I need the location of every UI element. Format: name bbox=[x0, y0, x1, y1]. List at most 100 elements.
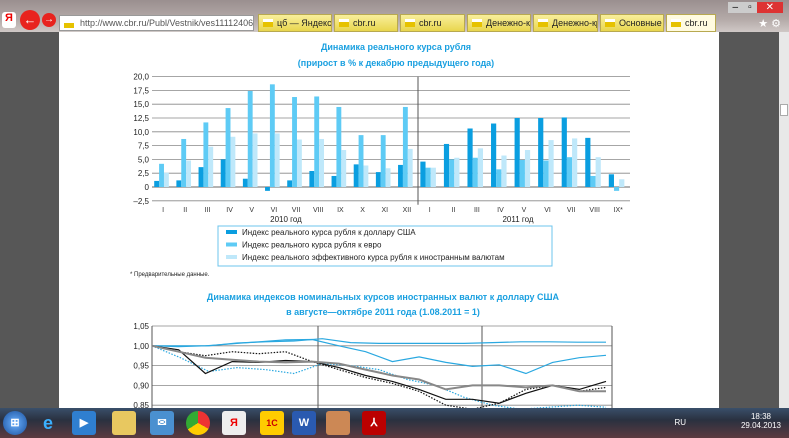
bar-eur bbox=[590, 175, 596, 187]
browser-tab[interactable]: cbr.ru bbox=[400, 14, 465, 32]
legend-swatch bbox=[226, 230, 237, 234]
browser-tab[interactable]: cbr.ru bbox=[666, 14, 716, 32]
y-tick-label: 0,90 bbox=[133, 381, 149, 390]
bar-eff bbox=[186, 160, 192, 187]
app-icon[interactable] bbox=[326, 411, 350, 435]
legend-swatch bbox=[226, 242, 237, 247]
browser-chrome: Я ← → http://www.cbr.ru/Publ/Vestnik/ves… bbox=[0, 0, 789, 32]
bar-usd bbox=[608, 174, 614, 187]
browser-tab[interactable]: цб — Яндекс: ... bbox=[258, 14, 332, 32]
system-tray[interactable]: RU 18:38 29.04.2013 bbox=[674, 412, 781, 430]
year-label: 2010 год bbox=[270, 215, 302, 224]
scrollbar[interactable] bbox=[779, 32, 789, 408]
x-tick-label: VI bbox=[271, 207, 278, 214]
y-tick-label: –2,5 bbox=[133, 197, 149, 206]
word-icon[interactable]: W bbox=[292, 411, 316, 435]
bar-usd bbox=[420, 161, 426, 187]
explorer-icon[interactable] bbox=[112, 411, 136, 435]
acrobat-icon[interactable]: ⅄ bbox=[362, 411, 386, 435]
x-tick-label: IV bbox=[497, 207, 504, 214]
y-tick-label: 15,0 bbox=[133, 100, 149, 109]
back-button[interactable]: ← bbox=[20, 10, 40, 30]
favorites-settings-icons[interactable]: ★ ⚙ bbox=[758, 17, 781, 30]
bar-eff bbox=[595, 157, 601, 187]
forward-button[interactable]: → bbox=[42, 13, 56, 27]
bar-eff bbox=[385, 168, 391, 187]
tab-favicon-icon bbox=[405, 19, 415, 27]
bar-usd bbox=[265, 187, 270, 191]
language-indicator[interactable]: RU bbox=[674, 418, 686, 427]
x-tick-label: II bbox=[451, 207, 455, 214]
bar-usd bbox=[331, 175, 337, 187]
chart2-title: Динамика индексов номинальных курсов ино… bbox=[207, 292, 560, 302]
x-tick-label: VIII bbox=[589, 207, 600, 214]
address-text: http://www.cbr.ru/Publ/Vestnik/ves111124… bbox=[80, 18, 254, 28]
browser-tab[interactable]: cbr.ru bbox=[334, 14, 398, 32]
bar-eur bbox=[613, 187, 620, 191]
window-controls[interactable]: – ▫ ✕ bbox=[727, 2, 783, 13]
x-tick-label: X bbox=[360, 207, 365, 214]
y-tick-label: 2,5 bbox=[138, 169, 150, 178]
bar-eur bbox=[203, 122, 209, 187]
bar-usd bbox=[198, 167, 204, 187]
bar-eur bbox=[449, 159, 455, 187]
bar-usd bbox=[353, 164, 359, 187]
tab-favicon-icon bbox=[472, 19, 482, 27]
y-tick-label: 5,0 bbox=[138, 155, 150, 164]
bar-eur bbox=[566, 157, 573, 187]
bar-usd bbox=[443, 143, 450, 187]
page-content: Динамика реального курса рубля (прирост в… bbox=[59, 32, 719, 408]
clock-time: 18:38 bbox=[750, 412, 771, 421]
mail-icon[interactable]: ✉ bbox=[150, 411, 174, 435]
browser-tab[interactable]: Основные нап... bbox=[600, 14, 664, 32]
bar-eff bbox=[341, 150, 347, 187]
ie-icon[interactable]: e bbox=[36, 411, 60, 435]
series-line bbox=[151, 345, 607, 408]
bar-eur bbox=[543, 160, 549, 187]
tab-favicon-icon bbox=[671, 19, 681, 27]
bar-eff bbox=[208, 146, 214, 187]
y-tick-label: 0,85 bbox=[133, 401, 149, 408]
x-tick-label: VII bbox=[567, 207, 576, 214]
tab-label: Основные нап... bbox=[619, 18, 663, 28]
bar-usd bbox=[154, 180, 160, 187]
y-tick-label: 20,0 bbox=[133, 73, 149, 82]
bar-eff bbox=[363, 165, 369, 187]
chrome-icon[interactable] bbox=[186, 411, 210, 435]
bar-eur bbox=[425, 167, 431, 187]
yandex-icon[interactable]: Я bbox=[2, 12, 16, 28]
start-button[interactable]: ⊞ bbox=[3, 411, 27, 435]
legend-label: Индекс реального курса рубля к доллару С… bbox=[242, 228, 416, 237]
bar-eff bbox=[230, 136, 236, 187]
bar-eur bbox=[181, 138, 187, 187]
1c-icon[interactable]: 1C bbox=[260, 411, 284, 435]
browser-tab[interactable]: Денежно-кред... bbox=[467, 14, 531, 32]
bar-eur bbox=[472, 157, 478, 187]
address-bar[interactable]: http://www.cbr.ru/Publ/Vestnik/ves111124… bbox=[59, 15, 254, 31]
chart2-subtitle: в августе—октябре 2011 года (1.08.2011 =… bbox=[286, 307, 480, 317]
y-tick-label: 12,5 bbox=[133, 114, 149, 123]
clock-date: 29.04.2013 bbox=[740, 421, 781, 430]
bar-eff bbox=[407, 148, 413, 187]
x-tick-label: III bbox=[204, 207, 210, 214]
bar-eur bbox=[358, 135, 364, 187]
y-tick-label: 1,05 bbox=[133, 322, 149, 331]
tab-label: cbr.ru bbox=[419, 18, 442, 28]
x-tick-label: VII bbox=[292, 207, 301, 214]
legend-label: Индекс реального эффективного курса рубл… bbox=[242, 253, 505, 262]
series-line bbox=[151, 345, 607, 404]
browser-tab[interactable]: Денежно-кред... bbox=[533, 14, 598, 32]
tab-label: cbr.ru bbox=[353, 18, 376, 28]
x-tick-label: XI bbox=[381, 207, 388, 214]
tab-favicon-icon bbox=[538, 19, 548, 27]
bar-eff bbox=[572, 138, 578, 187]
media-player-icon[interactable]: ▶ bbox=[72, 411, 96, 435]
bar-eff bbox=[548, 140, 554, 187]
y-tick-label: 7,5 bbox=[138, 142, 150, 151]
x-tick-label: I bbox=[429, 207, 431, 214]
bar-eff bbox=[319, 138, 325, 187]
bar-usd bbox=[561, 117, 567, 187]
bar-eur bbox=[402, 106, 408, 187]
yandex-browser-icon[interactable]: Я bbox=[222, 411, 246, 435]
bar-eur bbox=[496, 169, 502, 187]
